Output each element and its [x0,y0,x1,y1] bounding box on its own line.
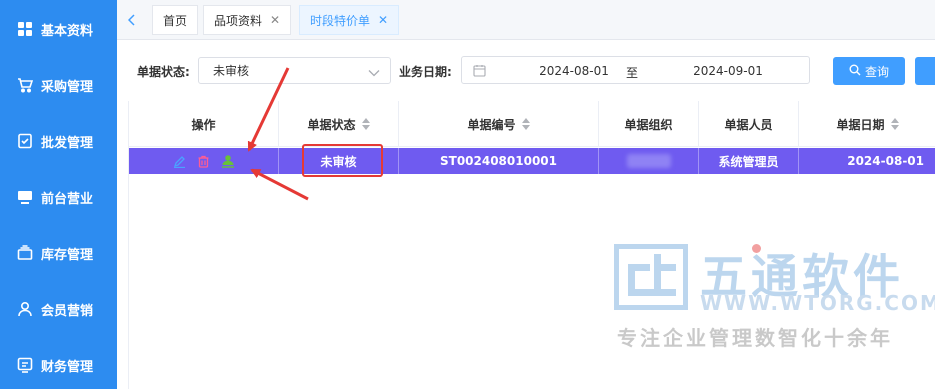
status-select-value: 未审核 [213,64,250,78]
more-button[interactable] [915,57,935,85]
user-icon [17,301,33,317]
sort-icon[interactable] [361,118,370,130]
tab-item-data[interactable]: 品项资料 ✕ [203,5,292,35]
column-header-label: 单据人员 [724,117,773,132]
close-icon[interactable]: ✕ [378,13,388,27]
watermark-slogan: 专注企业管理数智化十余年 [617,326,893,350]
tab-label: 首页 [163,13,188,28]
watermark-dot [752,244,761,253]
column-header-label: 单据状态 [307,117,356,132]
sidebar-item-purchase[interactable]: 采购管理 [0,65,117,105]
monitor-icon [17,189,33,205]
org-cell [599,148,699,174]
sidebar-item-wholesale[interactable]: 批发管理 [0,121,117,161]
tab-label: 品项资料 [214,13,263,28]
start-date-input[interactable]: 2024-08-01 [524,64,624,78]
document-number: ST002408010001 [439,154,558,168]
end-date-input[interactable]: 2024-09-01 [678,64,778,78]
checkbox-icon [17,133,33,149]
status-filter-label: 单据状态: [137,65,190,79]
grid-icon [17,21,33,37]
query-button[interactable]: 查询 [833,57,905,85]
person-value: 系统管理员 [718,154,779,169]
search-icon [849,64,861,79]
sidebar-item-basic-data[interactable]: 基本资料 [0,9,117,49]
row-actions [129,148,279,174]
sort-icon[interactable] [521,118,530,130]
column-header-date[interactable]: 单据日期 [799,101,935,147]
date-range-picker[interactable]: 2024-08-01 至 2024-09-01 [461,56,810,84]
sidebar-item-label: 库存管理 [41,247,94,263]
date-cell: 2024-08-01 [799,148,935,174]
sidebar-item-frontdesk[interactable]: 前台营业 [0,177,117,217]
sidebar-item-label: 会员营销 [41,303,94,319]
sidebar-item-inventory[interactable]: 库存管理 [0,233,117,273]
chevron-down-icon [368,66,380,80]
column-header-status[interactable]: 单据状态 [279,101,399,147]
sidebar-item-label: 财务管理 [41,359,94,375]
column-header-label: 操作 [191,117,216,132]
status-select[interactable]: 未审核 [198,57,391,84]
watermark-url: WWW.WTORG.COM [700,291,935,315]
column-header-person: 单据人员 [699,101,799,147]
query-button-label: 查询 [864,64,889,79]
finance-icon [17,357,33,373]
table-header: 操作 单据状态 单据编号 单据组织 单据人员 单据日期 [129,101,935,147]
close-icon[interactable]: ✕ [270,13,280,27]
table-row[interactable]: 未审核 ST002408010001 系统管理员 2024-08-01 [129,148,935,174]
tab-label: 时段特价单 [310,13,371,28]
sidebar: 基本资料 采购管理 批发管理 前台营业 库存管理 会员营销 财务管理 [0,0,117,389]
date-filter-label: 业务日期: [399,65,452,79]
column-header-number[interactable]: 单据编号 [399,101,599,147]
approve-user-icon[interactable] [221,154,235,168]
sidebar-item-label: 采购管理 [41,79,94,95]
date-separator: 至 [626,66,639,80]
sidebar-item-label: 前台营业 [41,191,94,207]
column-header-org: 单据组织 [599,101,699,147]
cart-icon [17,77,33,93]
sidebar-item-membership[interactable]: 会员营销 [0,289,117,329]
sidebar-item-label: 批发管理 [41,135,94,151]
calendar-icon [473,64,486,80]
redacted-org [626,154,671,168]
column-header-label: 单据组织 [624,117,673,132]
column-header-label: 单据编号 [467,117,516,132]
highlight-box [302,144,383,177]
watermark-logo [613,243,689,311]
chevron-left-icon[interactable] [121,6,143,34]
tab-time-special-price[interactable]: 时段特价单 ✕ [299,5,400,35]
column-header-label: 单据日期 [836,117,885,132]
column-header-ops: 操作 [129,101,279,147]
person-cell: 系统管理员 [699,148,799,174]
sort-icon[interactable] [890,118,899,130]
delete-icon[interactable] [197,154,211,168]
sidebar-item-finance[interactable]: 财务管理 [0,345,117,385]
sidebar-item-label: 基本资料 [41,23,94,39]
date-value: 2024-08-01 [847,154,924,168]
tab-home[interactable]: 首页 [152,5,199,35]
stack-icon [17,245,33,261]
edit-icon[interactable] [173,154,187,168]
number-cell: ST002408010001 [399,148,599,174]
tab-bar: 首页 品项资料 ✕ 时段特价单 ✕ [117,0,935,40]
